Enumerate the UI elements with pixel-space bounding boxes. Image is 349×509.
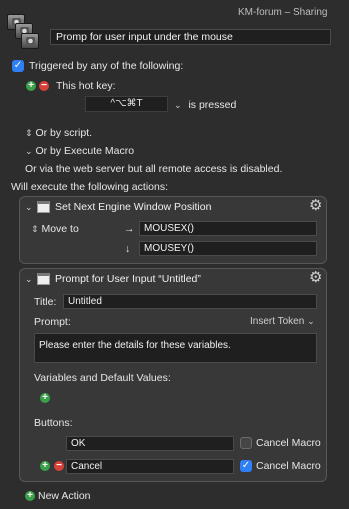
x-position-field[interactable]: MOUSEX()	[139, 221, 317, 236]
arrow-down-icon: ↓	[125, 243, 131, 255]
move-to-popup[interactable]: ⇕ Move to	[31, 223, 79, 235]
or-by-execute-macro-label: Or by Execute Macro	[35, 145, 135, 157]
new-action-icon[interactable]: +	[25, 491, 35, 501]
triggered-checkbox[interactable]: ✓	[12, 60, 24, 72]
button-name-field[interactable]: OK	[66, 436, 234, 451]
action-prompt-for-user-input[interactable]: ⌄ Prompt for User Input “Untitled” ⚙ Tit…	[19, 268, 327, 482]
disclosure-chevron-icon[interactable]: ⌄	[25, 274, 33, 285]
or-by-execute-macro-popup[interactable]: ⌄ Or by Execute Macro	[25, 145, 134, 157]
cancel-macro-label: Cancel Macro	[256, 460, 321, 472]
macro-name-field[interactable]: Promp for user input under the mouse	[50, 29, 331, 45]
hotkey-state-label: is pressed	[188, 99, 237, 111]
macro-group-icon	[7, 14, 41, 52]
updown-chevron-icon: ⇕	[31, 224, 39, 234]
insert-token-label: Insert Token	[250, 316, 305, 327]
new-action-button[interactable]: New Action	[38, 490, 91, 502]
prompt-title-field[interactable]: Untitled	[63, 294, 317, 309]
actions-header: Will execute the following actions:	[11, 181, 168, 193]
add-variable-icon[interactable]: +	[40, 393, 50, 403]
cancel-macro-label: Cancel Macro	[256, 437, 321, 449]
web-server-note: Or via the web server but all remote acc…	[25, 163, 283, 175]
prompt-text-area[interactable]: Please enter the details for these varia…	[34, 333, 317, 363]
window-action-icon	[37, 201, 50, 213]
updown-chevron-icon: ⌄	[174, 100, 182, 110]
updown-chevron-icon: ⇕	[25, 128, 33, 138]
hotkey-state-popup[interactable]: ⌄ is pressed	[174, 99, 236, 111]
disclosure-chevron-icon[interactable]: ⌄	[25, 202, 33, 213]
prompt-label: Prompt:	[34, 316, 71, 328]
cancel-macro-checkbox[interactable]: ✓	[240, 460, 252, 472]
hotkey-field[interactable]: ^⌥⌘T	[85, 96, 168, 112]
window-title: KM-forum – Sharing	[238, 7, 328, 18]
chevron-down-icon: ⌄	[307, 316, 315, 326]
hotkey-label: This hot key:	[56, 80, 116, 92]
or-by-script-popup[interactable]: ⇕ Or by script.	[25, 127, 92, 139]
remove-trigger-icon[interactable]: −	[39, 81, 49, 91]
action-title: Set Next Engine Window Position	[55, 201, 212, 213]
add-trigger-icon[interactable]: +	[26, 81, 36, 91]
or-by-script-label: Or by script.	[35, 127, 93, 139]
variables-label: Variables and Default Values:	[34, 372, 171, 384]
action-set-window-position[interactable]: ⌄ Set Next Engine Window Position ⚙ ⇕ Mo…	[19, 196, 327, 264]
remove-button-icon[interactable]: −	[54, 461, 64, 471]
gear-icon[interactable]: ⚙	[309, 198, 322, 213]
cancel-macro-checkbox[interactable]	[240, 437, 252, 449]
move-to-label: Move to	[41, 223, 79, 235]
gear-icon[interactable]: ⚙	[309, 270, 322, 285]
button-name-field[interactable]: Cancel	[66, 459, 234, 474]
arrow-right-icon: →	[124, 223, 135, 235]
triggers-header: Triggered by any of the following:	[29, 60, 184, 72]
buttons-label: Buttons:	[34, 417, 73, 429]
add-button-icon[interactable]: +	[40, 461, 50, 471]
window-action-icon	[37, 273, 50, 285]
title-label: Title:	[34, 296, 57, 308]
y-position-field[interactable]: MOUSEY()	[139, 241, 317, 256]
action-title: Prompt for User Input “Untitled”	[55, 273, 201, 285]
chevron-down-icon: ⌄	[25, 146, 33, 156]
insert-token-menu[interactable]: Insert Token ⌄	[250, 316, 315, 327]
